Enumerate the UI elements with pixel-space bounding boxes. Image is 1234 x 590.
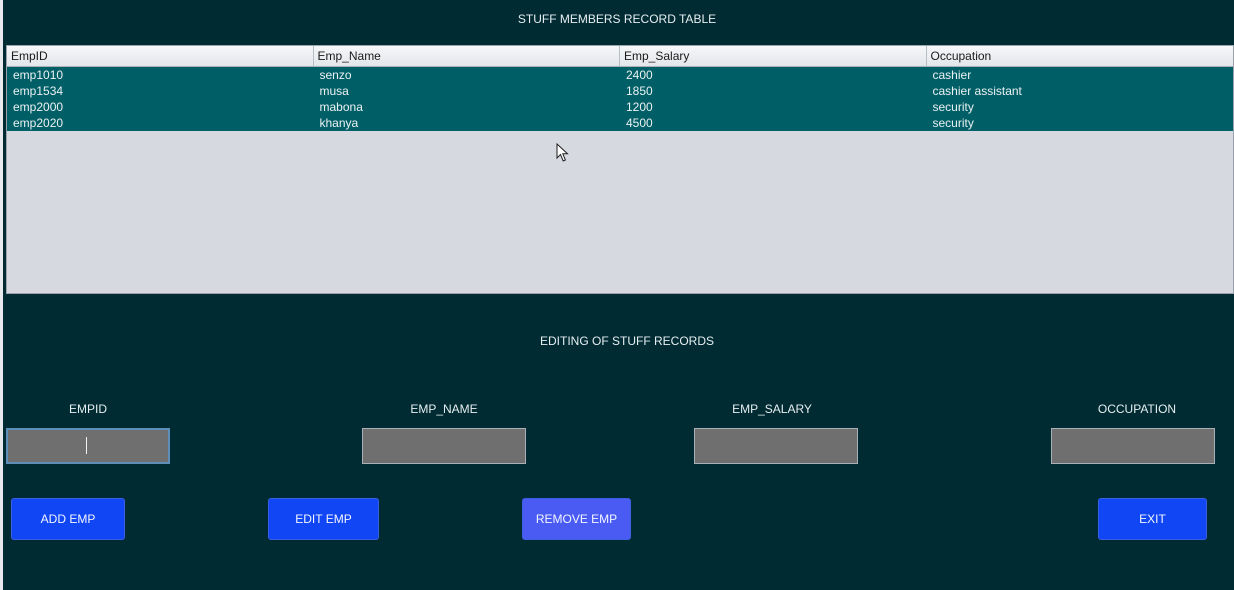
cell-empid: emp1010 (13, 68, 64, 82)
cell-empid: emp2000 (13, 100, 64, 114)
column-header-occupation[interactable]: Occupation (927, 46, 1234, 66)
column-header-emp-salary[interactable]: Emp_Salary (620, 46, 927, 66)
emp-salary-label: EMP_SALARY (732, 402, 812, 416)
edit-section-title: EDITING OF STUFF RECORDS (540, 334, 714, 348)
mouse-pointer-icon (556, 143, 569, 162)
cell-occupation: security (932, 100, 974, 114)
table-header: EmpID Emp_Name Emp_Salary Occupation (7, 46, 1233, 67)
table-body: emp1010 senzo 2400 cashier emp1534 musa … (7, 67, 1233, 131)
table-row[interactable]: emp2020 khanya 4500 security (7, 115, 1233, 131)
table-row[interactable]: emp1534 musa 1850 cashier assistant (7, 83, 1233, 99)
cell-emp-salary: 1200 (626, 100, 653, 114)
cell-emp-name: khanya (319, 116, 359, 130)
emp-salary-input[interactable] (694, 428, 858, 464)
table-row[interactable]: emp2000 mabona 1200 security (7, 99, 1233, 115)
window-left-border (0, 0, 3, 590)
table-row[interactable]: emp1010 senzo 2400 cashier (7, 67, 1233, 83)
table-title: STUFF MEMBERS RECORD TABLE (517, 12, 717, 26)
column-header-empid[interactable]: EmpID (7, 46, 314, 66)
edit-emp-button[interactable]: EDIT EMP (268, 498, 379, 540)
cell-occupation: cashier (932, 68, 972, 82)
cell-occupation: security (932, 116, 974, 130)
cell-emp-name: mabona (319, 100, 363, 114)
cell-emp-name: senzo (319, 68, 352, 82)
cell-emp-name: musa (319, 84, 349, 98)
remove-emp-button[interactable]: REMOVE EMP (522, 498, 631, 540)
empid-label: EMPID (68, 402, 107, 416)
cell-emp-salary: 1850 (626, 84, 653, 98)
column-header-emp-name[interactable]: Emp_Name (314, 46, 620, 66)
staff-table[interactable]: EmpID Emp_Name Emp_Salary Occupation emp… (6, 45, 1234, 294)
text-caret (86, 437, 87, 454)
cell-emp-salary: 4500 (626, 116, 653, 130)
cell-emp-salary: 2400 (626, 68, 653, 82)
cell-empid: emp1534 (13, 84, 64, 98)
emp-name-input[interactable] (362, 428, 526, 464)
exit-button[interactable]: EXIT (1098, 498, 1207, 540)
occupation-input[interactable] (1051, 428, 1215, 464)
empid-input[interactable] (6, 428, 170, 464)
emp-name-label: EMP_NAME (410, 402, 478, 416)
occupation-label: OCCUPATION (1097, 402, 1177, 416)
cell-occupation: cashier assistant (932, 84, 1022, 98)
add-emp-button[interactable]: ADD EMP (11, 498, 125, 540)
cell-empid: emp2020 (13, 116, 64, 130)
